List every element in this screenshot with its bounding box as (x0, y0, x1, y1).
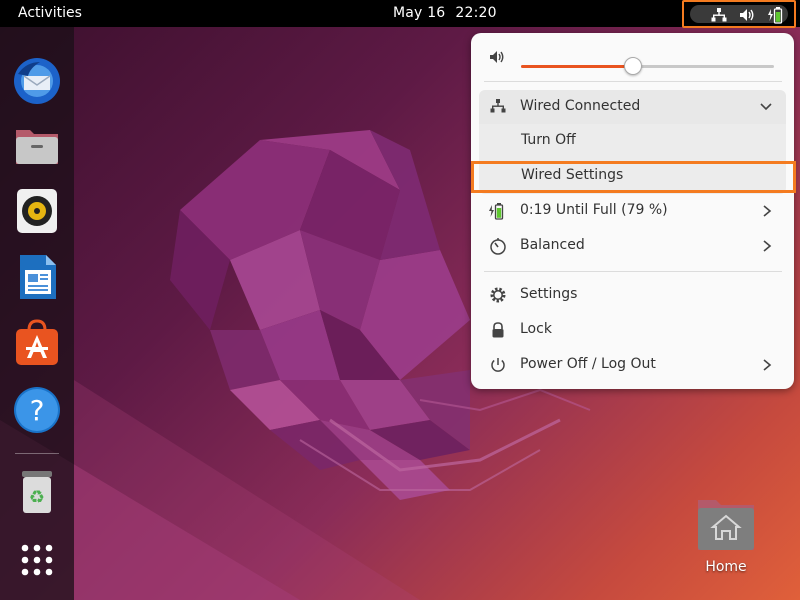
volume-icon (490, 51, 504, 63)
clock-time: 22:20 (455, 5, 497, 21)
activities-button[interactable]: Activities (18, 5, 82, 21)
system-tray-highlight[interactable] (682, 0, 796, 28)
svg-text:♻: ♻ (29, 487, 45, 508)
chevron-down-icon[interactable] (760, 103, 772, 111)
volume-slider-fill (521, 65, 633, 68)
wired-settings-highlight (471, 161, 796, 193)
software-center-icon[interactable] (12, 318, 62, 368)
lock-item[interactable]: Lock (471, 313, 794, 348)
volume-icon (740, 9, 754, 21)
clock[interactable]: May 16 22:20 (393, 5, 497, 21)
svg-text:?: ? (30, 394, 45, 427)
home-folder-icon (698, 500, 754, 550)
lock-icon (492, 322, 504, 338)
menu-separator (484, 81, 782, 82)
power-off-item[interactable]: Power Off / Log Out (471, 348, 794, 383)
trash-icon[interactable]: ♻ (12, 467, 62, 517)
thunderbird-icon[interactable] (12, 56, 62, 106)
volume-slider[interactable] (521, 57, 774, 75)
volume-slider-knob[interactable] (624, 57, 643, 75)
battery-charging-icon (768, 7, 783, 24)
turn-off-label: Turn Off (521, 132, 576, 148)
wired-connected-item[interactable]: Wired Connected (479, 90, 786, 124)
battery-label: 0:19 Until Full (79 %) (520, 202, 668, 218)
chevron-right-icon (763, 359, 772, 371)
power-mode-icon (490, 238, 506, 255)
power-mode-item[interactable]: Balanced (471, 229, 794, 264)
chevron-right-icon (763, 240, 772, 252)
wired-connected-label: Wired Connected (520, 98, 641, 114)
home-desktop-icon[interactable]: Home (690, 492, 762, 582)
rhythmbox-icon[interactable] (12, 186, 62, 236)
gear-icon (490, 287, 506, 303)
power-mode-label: Balanced (520, 237, 585, 253)
show-apps-icon[interactable] (12, 535, 62, 585)
network-wired-icon (490, 99, 506, 113)
help-icon[interactable]: ? (12, 385, 62, 435)
files-icon[interactable] (12, 120, 62, 170)
dock: ? ♻ (0, 27, 74, 600)
battery-item[interactable]: 0:19 Until Full (79 %) (471, 194, 794, 229)
turn-off-item[interactable]: Turn Off (479, 124, 786, 159)
lock-label: Lock (520, 321, 552, 337)
clock-date: May 16 (393, 5, 446, 21)
libreoffice-writer-icon[interactable] (12, 252, 62, 302)
power-off-label: Power Off / Log Out (520, 356, 656, 372)
home-label: Home (705, 559, 747, 575)
settings-label: Settings (520, 286, 578, 302)
dock-separator (15, 453, 59, 454)
system-menu: Wired Connected Turn Off Wired Settings … (471, 33, 794, 389)
battery-charging-icon (489, 203, 504, 220)
network-wired-icon (711, 8, 727, 22)
settings-item[interactable]: Settings (471, 278, 794, 313)
volume-row (471, 41, 794, 76)
power-icon (491, 358, 505, 372)
top-bar: Activities May 16 22:20 (0, 0, 800, 28)
menu-separator (484, 271, 782, 272)
chevron-right-icon (763, 205, 772, 217)
